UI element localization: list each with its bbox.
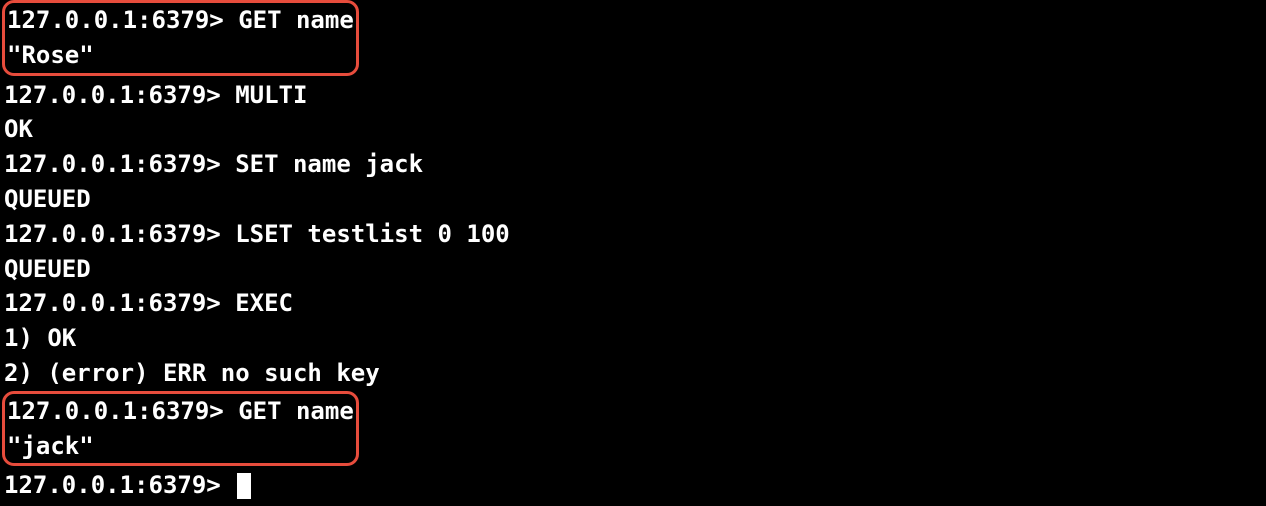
command-line: 127.0.0.1:6379> SET name jack [4, 147, 1262, 182]
command-line: 127.0.0.1:6379> GET name [7, 3, 354, 38]
output-line: OK [4, 112, 1262, 147]
output-line: 1) OK [4, 321, 1262, 356]
output-line: QUEUED [4, 182, 1262, 217]
highlight-box-2: 127.0.0.1:6379> GET name "jack" [2, 391, 359, 467]
output-line: QUEUED [4, 252, 1262, 287]
command-line: 127.0.0.1:6379> LSET testlist 0 100 [4, 217, 1262, 252]
prompt-line[interactable]: 127.0.0.1:6379> [4, 468, 1262, 503]
output-line: "Rose" [7, 38, 354, 73]
highlight-box-1: 127.0.0.1:6379> GET name "Rose" [2, 0, 359, 76]
output-line: 2) (error) ERR no such key [4, 356, 1262, 391]
output-line: "jack" [7, 429, 354, 464]
prompt-text: 127.0.0.1:6379> [4, 471, 235, 499]
command-line: 127.0.0.1:6379> MULTI [4, 78, 1262, 113]
command-line: 127.0.0.1:6379> GET name [7, 394, 354, 429]
command-line: 127.0.0.1:6379> EXEC [4, 286, 1262, 321]
cursor [237, 473, 251, 499]
terminal-output[interactable]: 127.0.0.1:6379> GET name "Rose" 127.0.0.… [0, 0, 1266, 503]
